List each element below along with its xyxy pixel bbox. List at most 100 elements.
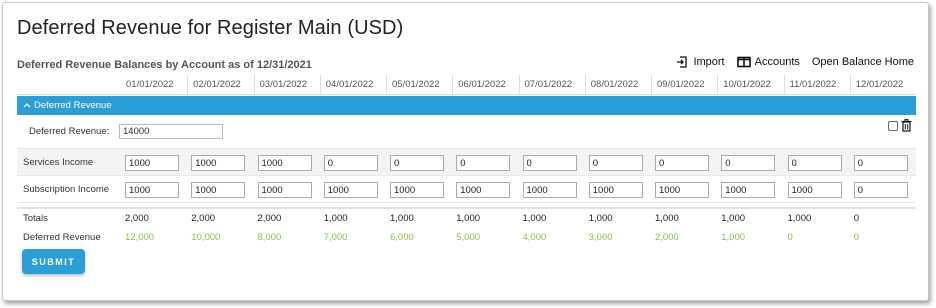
row-actions: [888, 119, 912, 132]
deferred-revenue-summary-row: Deferred Revenue 12,000 10,000 8,000 7,000 6…: [17, 227, 916, 247]
month-header: 04/01/2022: [319, 74, 386, 95]
amount-input[interactable]: [853, 182, 908, 199]
deferred-revenue-values: 12,000 10,000 8,000 7,000 6,000 5,000 4,000 3,0…: [121, 232, 916, 243]
trash-icon[interactable]: [901, 119, 912, 132]
deferred-revenue-value: 0: [853, 231, 860, 243]
month-header: 01/01/2022: [126, 78, 174, 90]
deferred-revenue-field-row: Deferred Revenue:: [17, 115, 916, 149]
select-checkbox[interactable]: [888, 120, 898, 131]
total-value: 2,000: [125, 212, 149, 224]
amount-input[interactable]: [125, 155, 179, 172]
amount-input[interactable]: [323, 155, 378, 172]
subscription-income-inputs: [121, 180, 916, 199]
amount-cell: [452, 153, 518, 172]
import-icon: [677, 56, 688, 68]
total-value: 2,000: [191, 212, 216, 224]
deferred-revenue-value: 4,000: [522, 231, 547, 243]
amount-input[interactable]: [125, 182, 179, 199]
amount-input[interactable]: [588, 155, 643, 172]
total-value: 1,000: [655, 212, 679, 224]
amount-input[interactable]: [522, 182, 577, 199]
amount-cell: [651, 180, 717, 199]
group-label: Deferred Revenue: [34, 100, 112, 111]
month-header-row: 01/01/2022 02/01/2022 03/01/2022 04/01/2022…: [17, 74, 916, 95]
amount-input[interactable]: [655, 155, 709, 172]
amount-cell: [519, 180, 585, 199]
amount-input[interactable]: [588, 182, 643, 199]
amount-cell: [121, 180, 187, 199]
import-button[interactable]: Import: [676, 56, 725, 68]
deferred-revenue-value: 12,000: [125, 231, 155, 243]
row-label-subscription-income: Subscription Income: [23, 183, 110, 195]
row-label-services-income: Services Income: [23, 156, 94, 168]
amount-input[interactable]: [191, 155, 246, 172]
import-label: Import: [693, 56, 725, 68]
amount-input[interactable]: [456, 155, 511, 172]
deferred-revenue-value: 10,000: [191, 231, 221, 243]
total-value: 1,000: [390, 212, 414, 224]
accounts-icon: [736, 56, 751, 68]
page-title: Deferred Revenue for Register Main (USD): [17, 17, 404, 39]
deferred-revenue-value: 0: [787, 231, 793, 243]
amount-input[interactable]: [787, 155, 842, 172]
deferred-revenue-grid: 01/01/2022 02/01/2022 03/01/2022 04/01/2022…: [17, 74, 916, 247]
deferred-revenue-value: 2,000: [655, 231, 679, 243]
open-balance-home-label: Open Balance Home: [811, 56, 914, 68]
deferred-revenue-group-header[interactable]: Deferred Revenue: [17, 96, 916, 115]
amount-cell: [386, 153, 452, 172]
amount-cell: [850, 153, 916, 172]
total-value: 1,000: [588, 212, 613, 224]
amount-input[interactable]: [257, 182, 312, 199]
month-headers: 01/01/2022 02/01/2022 03/01/2022 04/01/2022…: [121, 74, 916, 95]
amount-input[interactable]: [721, 155, 776, 172]
table-row: Services Income: [17, 149, 916, 176]
open-balance-home-link[interactable]: Open Balance Home: [812, 56, 914, 68]
chevron-up-icon: [23, 100, 31, 111]
amount-cell: [386, 180, 452, 199]
table-row: Subscription Income: [17, 176, 916, 203]
amount-input[interactable]: [323, 182, 378, 199]
amount-cell: [717, 180, 783, 199]
amount-input[interactable]: [390, 155, 444, 172]
amount-input[interactable]: [257, 155, 312, 172]
amount-input[interactable]: [522, 155, 577, 172]
amount-cell: [850, 180, 916, 199]
deferred-revenue-input[interactable]: [119, 124, 223, 139]
amount-cell: [187, 153, 253, 172]
deferred-revenue-value: 1,000: [721, 231, 746, 243]
amount-cell: [717, 153, 783, 172]
month-header: 10/01/2022: [717, 74, 783, 95]
amount-cell: [254, 180, 320, 199]
amount-cell: [320, 180, 386, 199]
total-value: 1,000: [456, 212, 481, 224]
services-income-inputs: [121, 153, 916, 172]
month-header: 06/01/2022: [452, 74, 518, 95]
amount-cell: [784, 153, 850, 172]
section-title: Deferred Revenue Balances by Account as …: [17, 59, 312, 71]
amount-cell: [585, 153, 651, 172]
submit-button[interactable]: SUBMIT: [22, 249, 85, 274]
amount-input[interactable]: [456, 182, 511, 199]
amount-input[interactable]: [721, 182, 776, 199]
amount-input[interactable]: [787, 182, 842, 199]
deferred-revenue-summary-label: Deferred Revenue: [23, 231, 101, 243]
amount-input[interactable]: [853, 155, 908, 172]
accounts-button[interactable]: Accounts: [736, 56, 800, 68]
totals-values: 2,000 2,000 2,000 1,000 1,000 1,000 1,000 1,000…: [121, 213, 916, 224]
amount-input[interactable]: [191, 182, 246, 199]
total-value: 1,000: [522, 212, 547, 224]
deferred-revenue-value: 7,000: [323, 231, 348, 243]
total-value: 1,000: [787, 212, 812, 224]
amount-input[interactable]: [390, 182, 444, 199]
amount-input[interactable]: [655, 182, 709, 199]
amount-cell: [187, 180, 253, 199]
amount-cell: [519, 153, 585, 172]
amount-cell: [585, 180, 651, 199]
total-value: 2,000: [257, 212, 282, 224]
deferred-revenue-field-label: Deferred Revenue:: [29, 126, 110, 137]
amount-cell: [254, 153, 320, 172]
deferred-revenue-value: 3,000: [588, 231, 613, 243]
month-header: 07/01/2022: [518, 74, 585, 95]
month-header: 02/01/2022: [187, 74, 253, 95]
toolbar: Import Accounts Open Balance Home: [664, 56, 914, 68]
